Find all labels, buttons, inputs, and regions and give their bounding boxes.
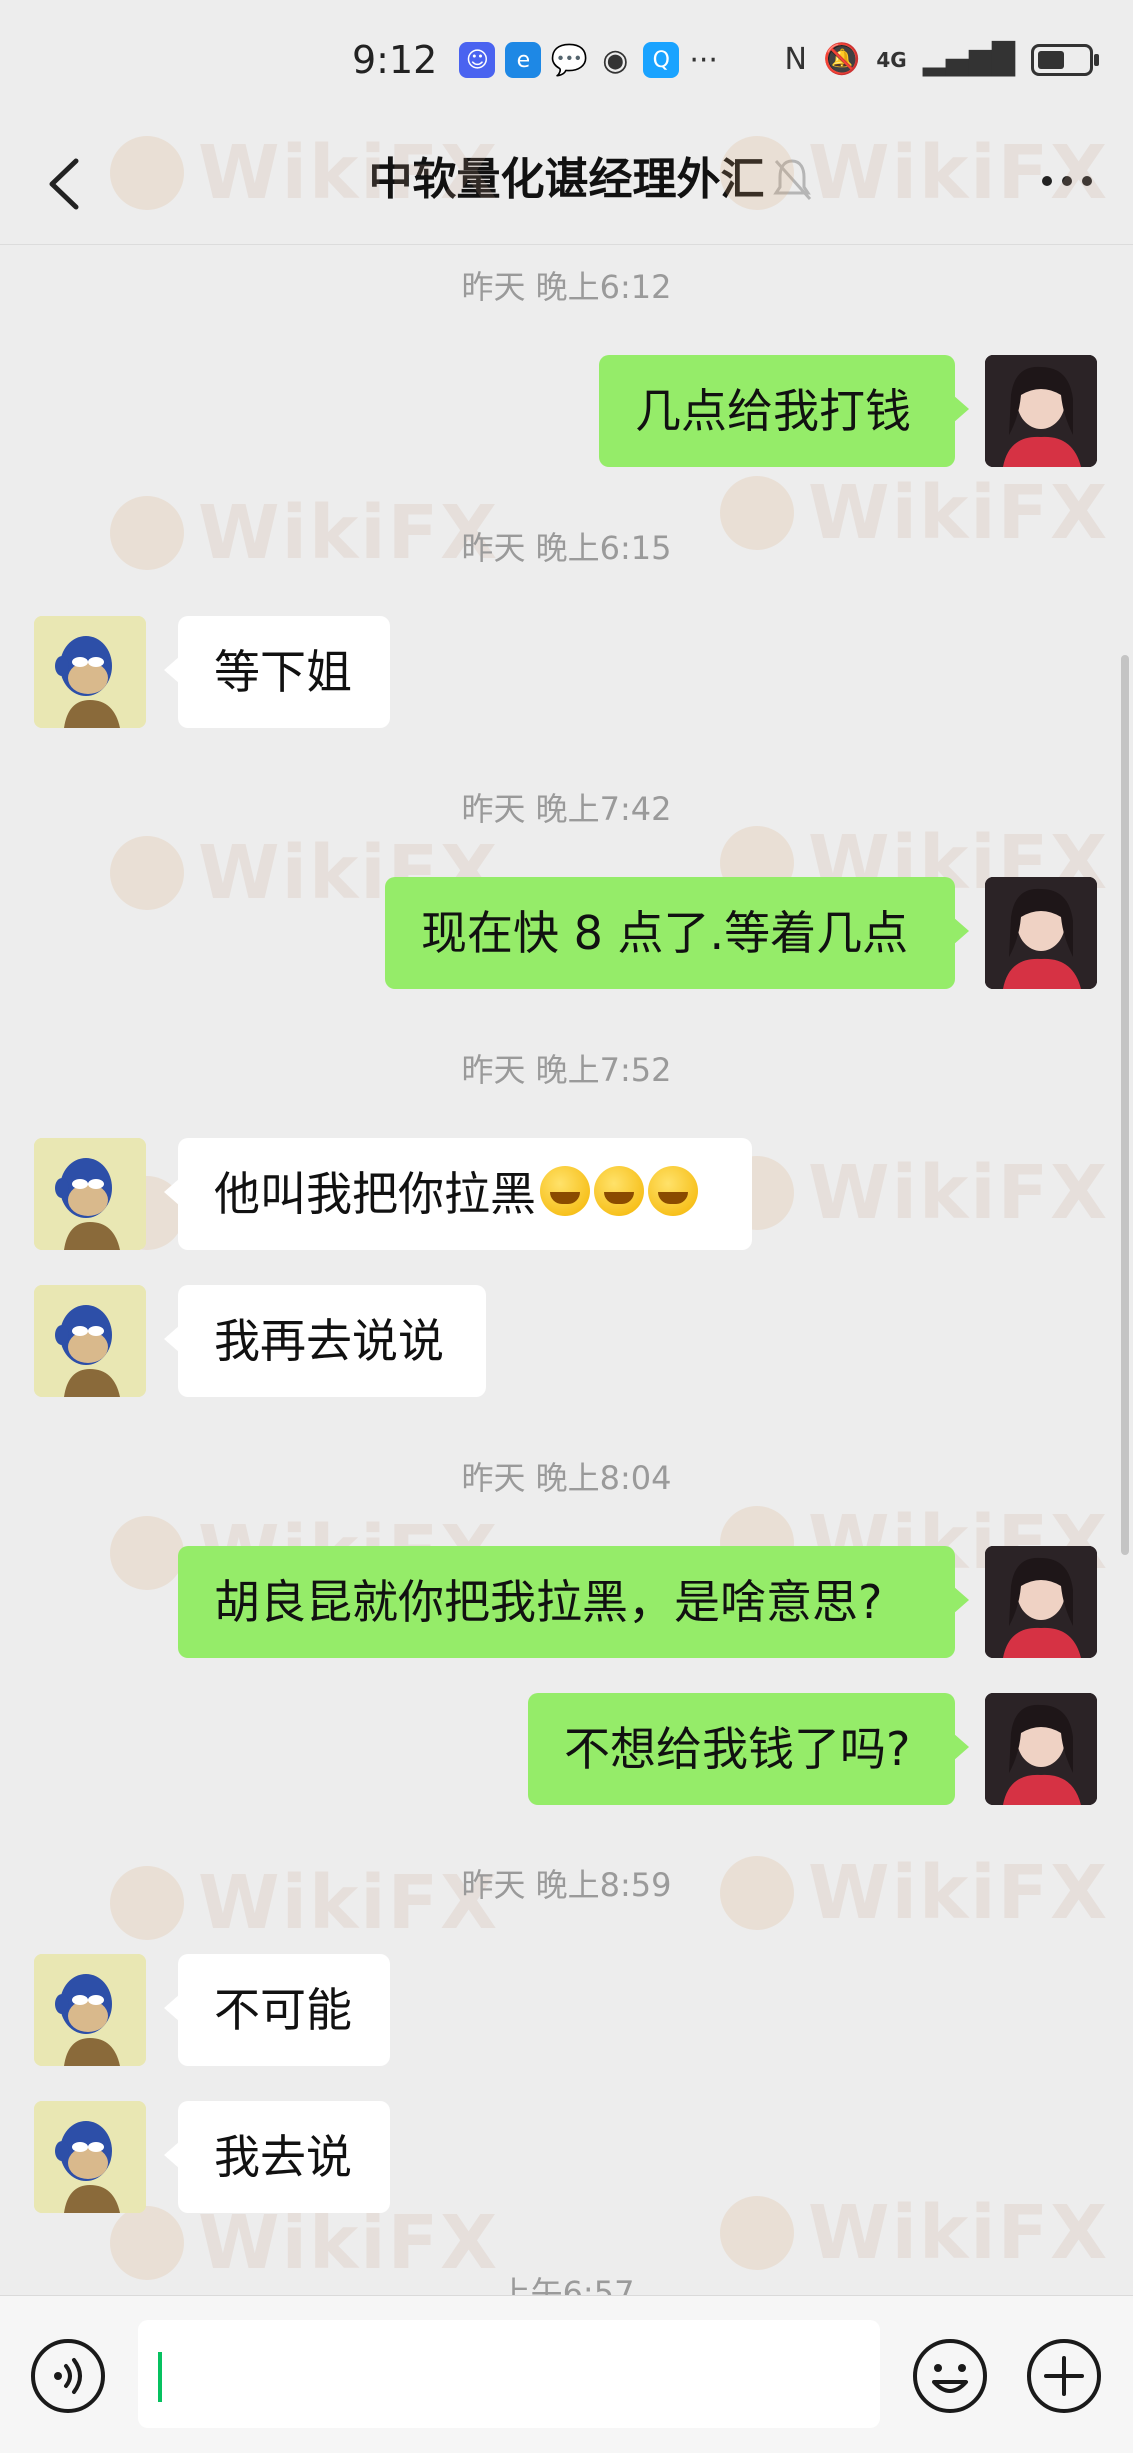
- text-cursor: [158, 2352, 162, 2402]
- input-bar: [0, 2295, 1133, 2453]
- message-input[interactable]: [138, 2320, 880, 2428]
- timestamp: 昨天 晚上8:59: [461, 1866, 672, 1904]
- timestamp: 昨天 晚上6:15: [461, 529, 672, 567]
- contact-avatar[interactable]: [34, 616, 146, 728]
- contact-avatar[interactable]: [34, 1954, 146, 2066]
- voice-input-icon[interactable]: [28, 2336, 108, 2416]
- timestamp: 昨天 晚上6:12: [461, 268, 672, 306]
- browser-notification-icon: e: [505, 42, 542, 78]
- more-options-icon[interactable]: [1037, 161, 1097, 201]
- sent-message-bubble[interactable]: 不想给我钱了吗?: [528, 1693, 969, 1805]
- nfc-icon: N: [784, 42, 807, 77]
- status-bar: 9:12 ☺ e 💬 ◉ Q ··· N 🔕 4G ▂▄▆█: [0, 0, 1133, 125]
- my-avatar[interactable]: [985, 877, 1097, 989]
- received-message-bubble[interactable]: 等下姐: [164, 616, 390, 728]
- sent-message-bubble[interactable]: 几点给我打钱: [599, 355, 969, 467]
- timestamp: 昨天 晚上8:04: [461, 1459, 672, 1497]
- sent-message-bubble[interactable]: 胡良昆就你把我拉黑，是啥意思?: [178, 1546, 969, 1658]
- muted-bell-icon: [773, 159, 812, 201]
- received-message-bubble[interactable]: 不可能: [164, 1954, 390, 2066]
- message-text: 他叫我把你拉黑: [214, 1167, 536, 1221]
- status-clock: 9:12: [352, 38, 438, 82]
- status-left: 9:12 ☺ e 💬 ◉ Q ···: [352, 38, 718, 82]
- app-notification-icon: ☺: [459, 42, 496, 78]
- chat-header: 中软量化谌经理外汇: [0, 125, 1133, 245]
- contact-avatar[interactable]: [34, 1285, 146, 1397]
- timestamp: 昨天 晚上7:52: [461, 1051, 672, 1089]
- my-avatar[interactable]: [985, 355, 1097, 467]
- crying-face-emoji-icon: [648, 1166, 698, 1216]
- network-type-label: 4G: [876, 47, 907, 72]
- watermark: WikiFX: [720, 1150, 1109, 1236]
- my-avatar[interactable]: [985, 1693, 1097, 1805]
- received-message-bubble[interactable]: 他叫我把你拉黑: [164, 1138, 752, 1250]
- contact-avatar[interactable]: [34, 2101, 146, 2213]
- received-message-bubble[interactable]: 我去说: [164, 2101, 390, 2213]
- crying-face-emoji-icon: [594, 1166, 644, 1216]
- sent-message-bubble[interactable]: 现在快 8 点了.等着几点: [385, 877, 969, 989]
- emoji-smile-icon[interactable]: [910, 2336, 990, 2416]
- status-right: N 🔕 4G ▂▄▆█: [784, 42, 1099, 77]
- my-avatar[interactable]: [985, 1546, 1097, 1658]
- mute-notifications-icon: 🔕: [823, 42, 861, 77]
- more-notifications-icon: ···: [689, 42, 718, 78]
- crying-face-emoji-icon: [540, 1166, 590, 1216]
- contact-avatar[interactable]: [34, 1138, 146, 1250]
- weibo-notification-icon: ◉: [602, 42, 629, 78]
- chat-scrollbar[interactable]: [1121, 655, 1129, 1555]
- timestamp: 昨天 晚上7:42: [461, 790, 672, 828]
- received-message-bubble[interactable]: 我再去说说: [164, 1285, 486, 1397]
- watermark: WikiFX: [720, 2190, 1109, 2276]
- signal-icon: ▂▄▆█: [922, 42, 1015, 77]
- message-notification-icon: 💬: [550, 42, 589, 78]
- plus-more-icon[interactable]: [1024, 2336, 1104, 2416]
- chat-title: 中软量化谌经理外汇: [368, 154, 765, 205]
- battery-icon: [1031, 43, 1099, 76]
- search-notification-icon: Q: [643, 42, 680, 78]
